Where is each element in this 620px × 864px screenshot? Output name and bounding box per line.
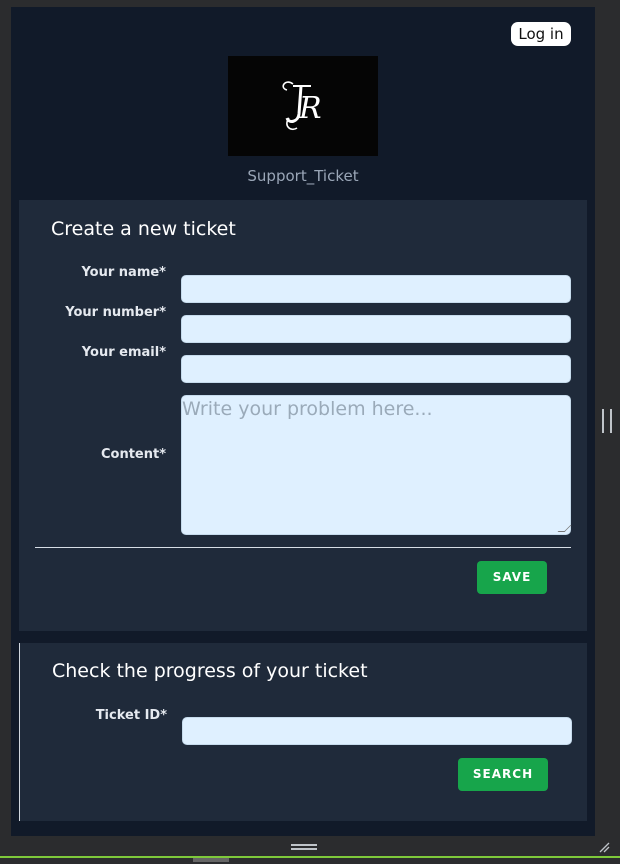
email-label: Your email* (81, 345, 166, 360)
site-name: Support_Ticket (247, 167, 359, 185)
form-divider (35, 547, 571, 548)
site-logo: R (228, 56, 378, 156)
window-resize-icon[interactable] (598, 841, 610, 853)
check-ticket-title: Check the progress of your ticket (52, 660, 368, 682)
ticket-id-input[interactable] (182, 717, 572, 745)
content-placeholder: Write your problem here... (182, 398, 433, 420)
login-button[interactable]: Log in (511, 22, 571, 46)
pane-resize-handle[interactable] (602, 409, 612, 433)
name-label: Your name* (81, 265, 166, 280)
content-textarea[interactable]: Write your problem here... (181, 395, 572, 535)
email-input[interactable] (181, 355, 571, 383)
content-label: Content* (100, 447, 166, 462)
bottom-tab-indicator (193, 858, 229, 862)
bottom-resize-handle[interactable] (291, 844, 317, 852)
number-label: Your number* (65, 305, 166, 320)
svg-text:R: R (298, 91, 322, 126)
status-strip (0, 856, 620, 864)
save-button[interactable]: SAVE (477, 561, 547, 594)
number-input[interactable] (181, 315, 571, 343)
page-viewport: Log in R Support_Ticket Create a new tic… (11, 7, 595, 836)
check-ticket-card: Check the progress of your ticket Ticket… (19, 643, 587, 821)
create-ticket-card: Create a new ticket Your name* Your numb… (19, 200, 587, 631)
search-button[interactable]: SEARCH (458, 758, 548, 791)
name-input[interactable] (181, 275, 571, 303)
jr-monogram-icon: R (282, 81, 322, 131)
ticket-id-label: Ticket ID* (95, 708, 167, 723)
resize-grip-icon[interactable] (557, 525, 572, 532)
create-ticket-title: Create a new ticket (51, 218, 236, 240)
